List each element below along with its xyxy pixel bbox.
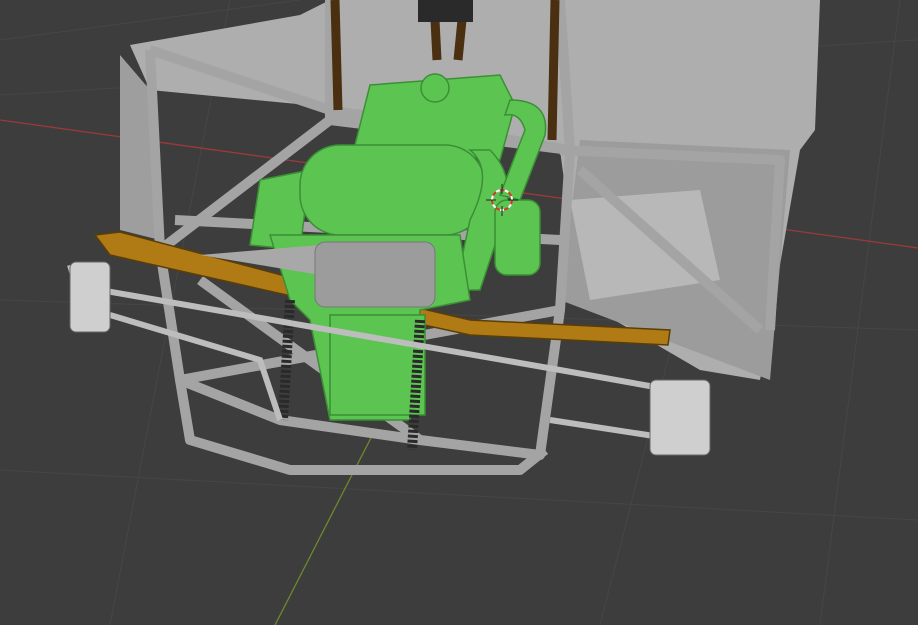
gauge-box: [418, 0, 473, 22]
viewport-canvas[interactable]: [0, 0, 918, 625]
3d-viewport[interactable]: [0, 0, 918, 625]
y-axis-line: [274, 429, 376, 625]
